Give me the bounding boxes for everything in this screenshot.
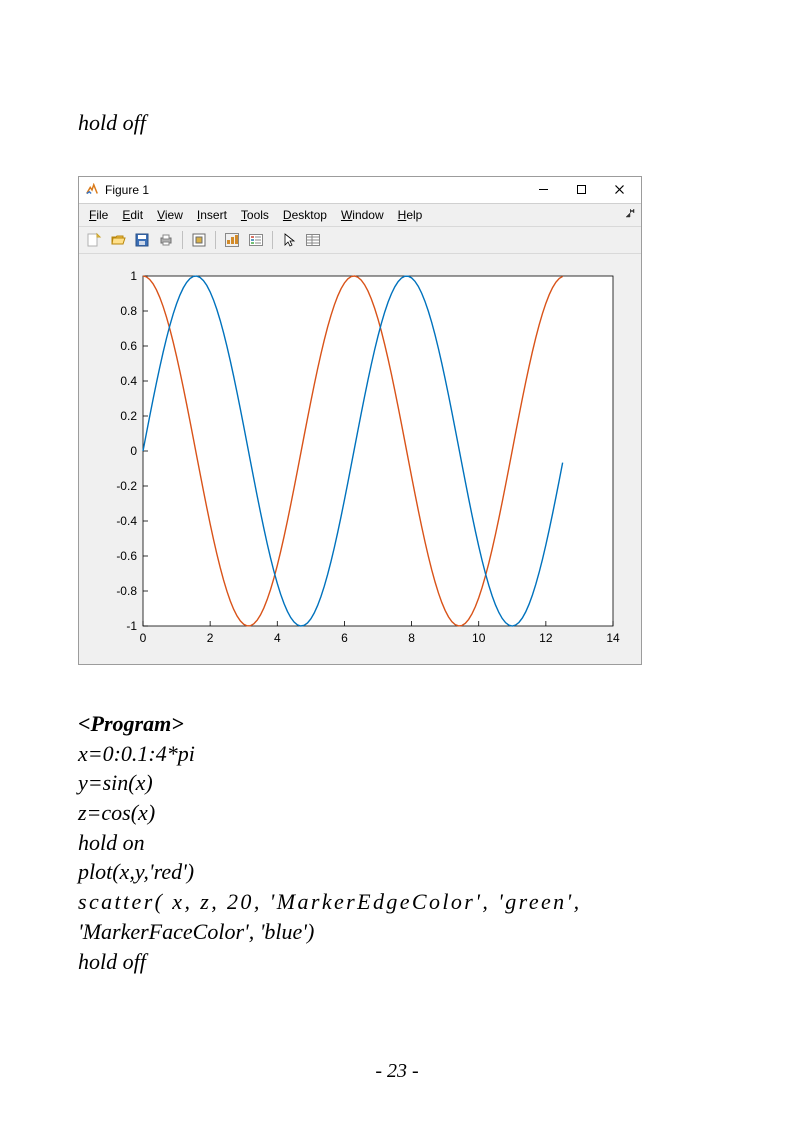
document-page: hold off Figure 1	[0, 0, 794, 1123]
code-line: y=sin(x)	[78, 768, 716, 798]
svg-text:10: 10	[472, 631, 486, 645]
svg-text:-0.2: -0.2	[116, 479, 137, 493]
maximize-button[interactable]	[569, 183, 593, 198]
new-figure-icon[interactable]	[83, 230, 105, 250]
svg-text:12: 12	[539, 631, 553, 645]
save-icon[interactable]	[131, 230, 153, 250]
svg-text:-1: -1	[126, 619, 137, 633]
code-heading: <Program>	[78, 709, 716, 739]
code-line: plot(x,y,'red')	[78, 857, 716, 887]
svg-text:-0.6: -0.6	[116, 549, 137, 563]
open-icon[interactable]	[107, 230, 129, 250]
svg-text:0.6: 0.6	[120, 339, 137, 353]
code-line: hold on	[78, 828, 716, 858]
toolbar	[79, 227, 641, 254]
svg-text:14: 14	[606, 631, 620, 645]
code-line: hold off	[78, 947, 716, 977]
window-titlebar: Figure 1	[79, 177, 641, 204]
menu-view[interactable]: View	[157, 208, 183, 222]
menu-edit[interactable]: Edit	[122, 208, 143, 222]
menu-file[interactable]: File	[89, 208, 108, 222]
link-icon[interactable]	[188, 230, 210, 250]
svg-text:6: 6	[341, 631, 348, 645]
menu-tools[interactable]: Tools	[241, 208, 269, 222]
svg-text:8: 8	[408, 631, 415, 645]
text-hold-off: hold off	[78, 110, 716, 136]
svg-text:0: 0	[140, 631, 147, 645]
svg-text:4: 4	[274, 631, 281, 645]
menu-insert[interactable]: Insert	[197, 208, 227, 222]
undock-icon[interactable]	[625, 207, 635, 221]
matlab-icon	[85, 183, 99, 197]
datacursor-icon[interactable]	[221, 230, 243, 250]
menu-help[interactable]: Help	[398, 208, 423, 222]
inspect-icon[interactable]	[302, 230, 324, 250]
toolbar-separator	[272, 231, 273, 249]
menu-window[interactable]: Window	[341, 208, 384, 222]
print-icon[interactable]	[155, 230, 177, 250]
svg-text:0.4: 0.4	[120, 374, 137, 388]
menubar: File Edit View Insert Tools Desktop Wind…	[79, 204, 641, 227]
legend-icon[interactable]	[245, 230, 267, 250]
pointer-icon[interactable]	[278, 230, 300, 250]
svg-text:0.8: 0.8	[120, 304, 137, 318]
minimize-button[interactable]	[531, 183, 555, 198]
code-line: z=cos(x)	[78, 798, 716, 828]
plot-axes: 0 2 4 6 8 10 12 14 -1 -0.8 -0.6 -0.4 -0.2 0 0.2 0.4 0.6 0…	[79, 254, 641, 664]
window-title: Figure 1	[105, 183, 531, 197]
svg-text:-0.4: -0.4	[116, 514, 137, 528]
svg-text:0: 0	[130, 444, 137, 458]
page-number: - 23 -	[0, 1060, 794, 1083]
code-listing: <Program> x=0:0.1:4*pi y=sin(x) z=cos(x)…	[78, 709, 716, 976]
svg-text:0.2: 0.2	[120, 409, 137, 423]
close-button[interactable]	[607, 183, 631, 198]
svg-text:2: 2	[207, 631, 214, 645]
svg-text:1: 1	[130, 269, 137, 283]
window-controls	[531, 183, 635, 198]
code-line-scatter-b: 'MarkerFaceColor', 'blue')	[78, 917, 716, 947]
matlab-figure-window: Figure 1 File Edit View Insert Tools Des…	[78, 176, 642, 665]
svg-text:-0.8: -0.8	[116, 584, 137, 598]
menu-desktop[interactable]: Desktop	[283, 208, 327, 222]
toolbar-separator	[182, 231, 183, 249]
code-line-scatter-a: scatter( x, z, 20, 'MarkerEdgeColor', 'g…	[78, 887, 716, 917]
code-line: x=0:0.1:4*pi	[78, 739, 716, 769]
toolbar-separator	[215, 231, 216, 249]
